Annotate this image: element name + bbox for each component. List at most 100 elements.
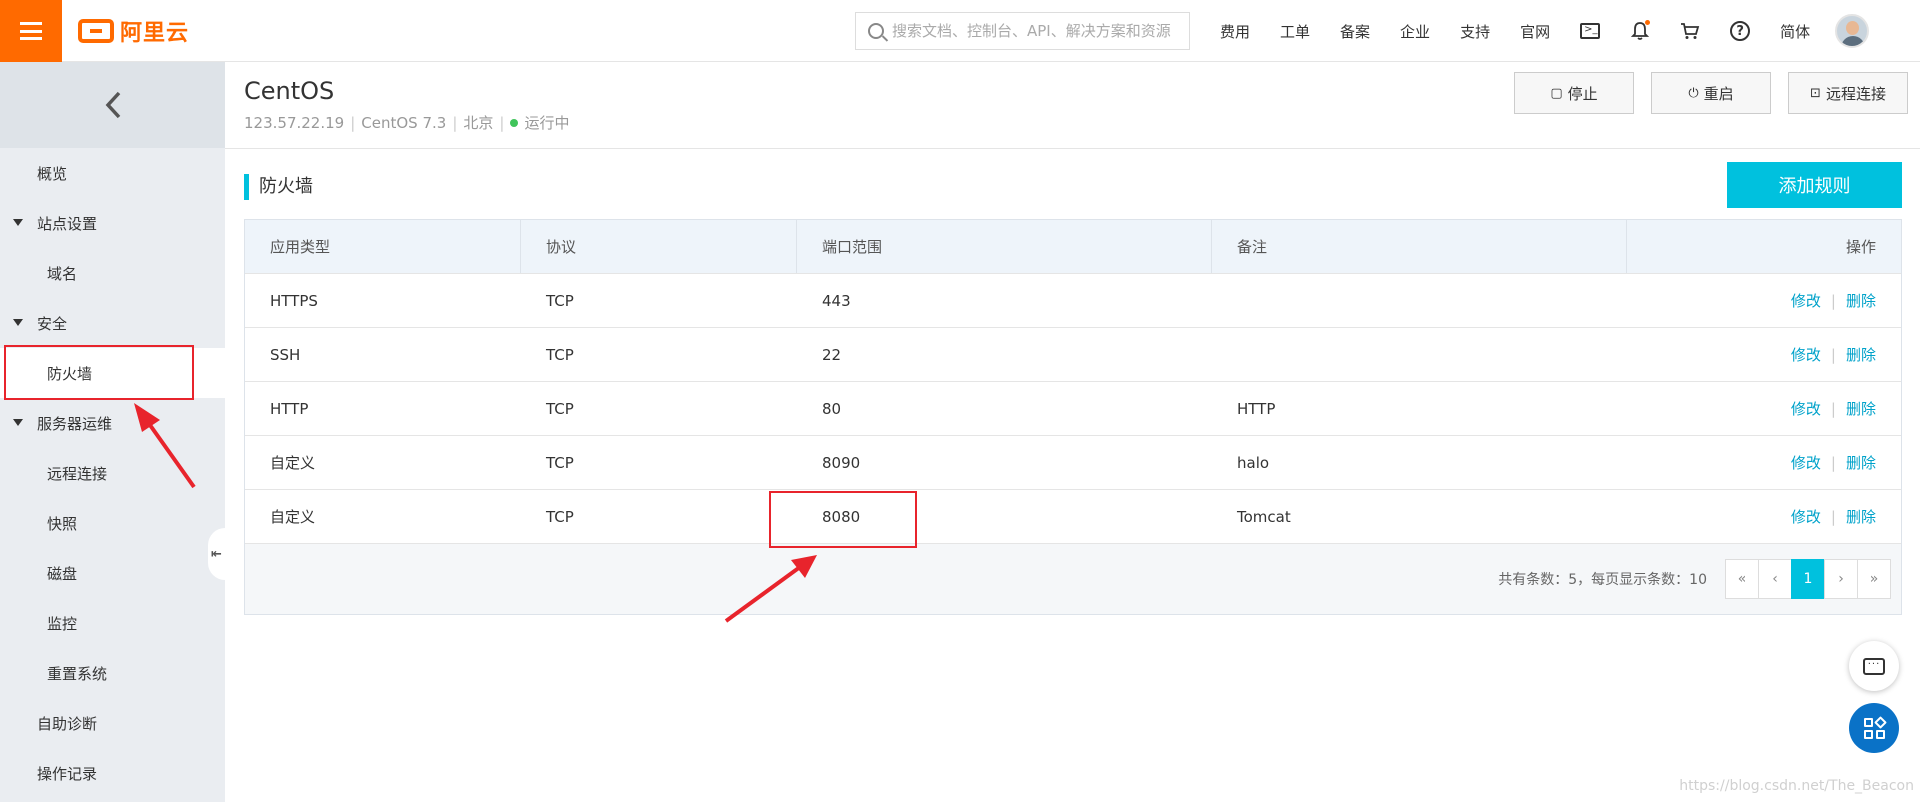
- delete-link[interactable]: 删除: [1846, 508, 1876, 526]
- column-header-port-range: 端口范围: [797, 220, 1212, 273]
- column-header-note: 备注: [1212, 220, 1627, 273]
- remote-connect-label: 远程连接: [1825, 84, 1886, 103]
- top-nav: 费用 工单 备案 企业 支持 官网 >_ ? 简体: [1205, 0, 1870, 62]
- nav-official-site[interactable]: 官网: [1520, 21, 1550, 42]
- sidebar-item-reset-system[interactable]: 重置系统: [0, 648, 225, 698]
- cell-note: halo: [1237, 453, 1270, 472]
- sidebar-item-label: 快照: [47, 514, 78, 533]
- sidebar-item-label: 服务器运维: [37, 414, 113, 433]
- caret-down-icon: [13, 319, 23, 326]
- page-title: CentOS: [244, 77, 335, 105]
- sidebar-item-label: 安全: [37, 314, 68, 333]
- delete-link[interactable]: 删除: [1846, 454, 1876, 472]
- edit-link[interactable]: 修改: [1791, 400, 1821, 418]
- next-page-button[interactable]: ›: [1824, 559, 1858, 599]
- apps-button[interactable]: [1849, 703, 1899, 753]
- delete-link[interactable]: 删除: [1846, 346, 1876, 364]
- sidebar-item-remote-connect[interactable]: 远程连接: [0, 448, 225, 498]
- sidebar-collapse-handle[interactable]: ⇤: [208, 528, 225, 580]
- search-input[interactable]: [892, 22, 1182, 40]
- pagination-info: 共有条数：5，每页显示条数：10: [1498, 572, 1707, 588]
- sidebar-group-site-settings[interactable]: 站点设置: [0, 198, 225, 248]
- first-page-button[interactable]: «: [1725, 559, 1759, 599]
- cell-port: 22: [822, 345, 842, 364]
- sidebar-item-overview[interactable]: 概览: [0, 148, 225, 198]
- cell-protocol: TCP: [546, 453, 574, 472]
- nav-tickets[interactable]: 工单: [1280, 21, 1310, 42]
- sidebar-item-label: 操作记录: [37, 764, 98, 783]
- restart-label: 重启: [1703, 84, 1734, 103]
- remote-connect-button[interactable]: ⊡ 远程连接: [1788, 72, 1908, 114]
- caret-down-icon: [13, 419, 23, 426]
- action-separator: |: [1830, 346, 1836, 364]
- user-avatar[interactable]: [1835, 14, 1870, 48]
- power-icon: ⏻: [1688, 85, 1699, 101]
- aliyun-logo-icon: [78, 19, 114, 43]
- chat-button[interactable]: ···: [1849, 641, 1899, 691]
- sidebar-item-disk[interactable]: 磁盘: [0, 548, 225, 598]
- nav-support[interactable]: 支持: [1460, 21, 1490, 42]
- table-row: 自定义 TCP 8080 Tomcat 修改 | 删除: [245, 490, 1901, 544]
- sidebar: 概览 站点设置 域名 安全 防火墙 服务器运维 远程连接 快照 磁盘 监控 重置…: [0, 62, 225, 802]
- collapse-icon: ⇤: [211, 546, 222, 562]
- prev-page-button[interactable]: ‹: [1758, 559, 1792, 599]
- main-content: CentOS 123.57.22.19 | CentOS 7.3 | 北京 | …: [225, 62, 1920, 802]
- language-switch[interactable]: 简体: [1780, 21, 1810, 42]
- sidebar-group-security[interactable]: 安全: [0, 298, 225, 348]
- cell-port: 443: [822, 291, 851, 310]
- caret-down-icon: [13, 219, 23, 226]
- cell-type: HTTP: [270, 399, 309, 418]
- delete-link[interactable]: 删除: [1846, 400, 1876, 418]
- chat-icon: ···: [1863, 657, 1885, 675]
- cell-actions: 修改 | 删除: [1627, 290, 1901, 311]
- notification-dot: [1645, 20, 1651, 25]
- cart-icon[interactable]: [1679, 20, 1701, 42]
- edit-link[interactable]: 修改: [1791, 292, 1821, 310]
- status-dot: [510, 118, 519, 127]
- cell-protocol: TCP: [546, 507, 574, 526]
- sidebar-item-domain[interactable]: 域名: [0, 248, 225, 298]
- nav-fees[interactable]: 费用: [1220, 21, 1250, 42]
- cell-protocol: TCP: [546, 345, 574, 364]
- page-number-button[interactable]: 1: [1791, 559, 1825, 599]
- cell-port: 80: [822, 399, 842, 418]
- edit-link[interactable]: 修改: [1791, 508, 1821, 526]
- sidebar-group-server-ops[interactable]: 服务器运维: [0, 398, 225, 448]
- pagination: « ‹ 1 › »: [1725, 559, 1891, 599]
- last-page-button[interactable]: »: [1857, 559, 1891, 599]
- stop-icon: ▢: [1550, 85, 1563, 101]
- help-icon[interactable]: ?: [1729, 20, 1751, 42]
- nav-enterprise[interactable]: 企业: [1400, 21, 1430, 42]
- nav-icp[interactable]: 备案: [1340, 21, 1370, 42]
- add-rule-button[interactable]: 添加规则: [1727, 162, 1902, 208]
- sidebar-item-label: 站点设置: [37, 214, 98, 233]
- logo[interactable]: 阿里云: [78, 14, 189, 48]
- cell-actions: 修改 | 删除: [1627, 506, 1901, 527]
- cell-note: Tomcat: [1237, 507, 1291, 526]
- cell-actions: 修改 | 删除: [1627, 452, 1901, 473]
- edit-link[interactable]: 修改: [1791, 346, 1821, 364]
- sidebar-item-monitor[interactable]: 监控: [0, 598, 225, 648]
- sidebar-item-operation-log[interactable]: 操作记录: [0, 748, 225, 798]
- bell-icon[interactable]: [1629, 20, 1651, 42]
- cell-type: 自定义: [270, 454, 316, 472]
- restart-button[interactable]: ⏻ 重启: [1651, 72, 1771, 114]
- sidebar-item-label: 监控: [47, 614, 78, 633]
- terminal-icon: ⊡: [1810, 85, 1821, 101]
- terminal-icon[interactable]: >_: [1579, 20, 1601, 42]
- sidebar-item-self-diagnosis[interactable]: 自助诊断: [0, 698, 225, 748]
- cell-protocol: TCP: [546, 291, 574, 310]
- sidebar-item-label: 域名: [47, 264, 78, 283]
- header-actions: ▢ 停止 ⏻ 重启 ⊡ 远程连接: [1497, 72, 1908, 114]
- search-box[interactable]: [855, 12, 1190, 50]
- instance-os: CentOS 7.3: [361, 113, 447, 132]
- menu-button[interactable]: [0, 0, 62, 62]
- action-separator: |: [1830, 508, 1836, 526]
- delete-link[interactable]: 删除: [1846, 292, 1876, 310]
- stop-button[interactable]: ▢ 停止: [1514, 72, 1634, 114]
- sidebar-item-label: 自助诊断: [37, 714, 98, 733]
- back-button[interactable]: [0, 62, 225, 148]
- sidebar-item-snapshot[interactable]: 快照: [0, 498, 225, 548]
- edit-link[interactable]: 修改: [1791, 454, 1821, 472]
- cell-actions: 修改 | 删除: [1627, 398, 1901, 419]
